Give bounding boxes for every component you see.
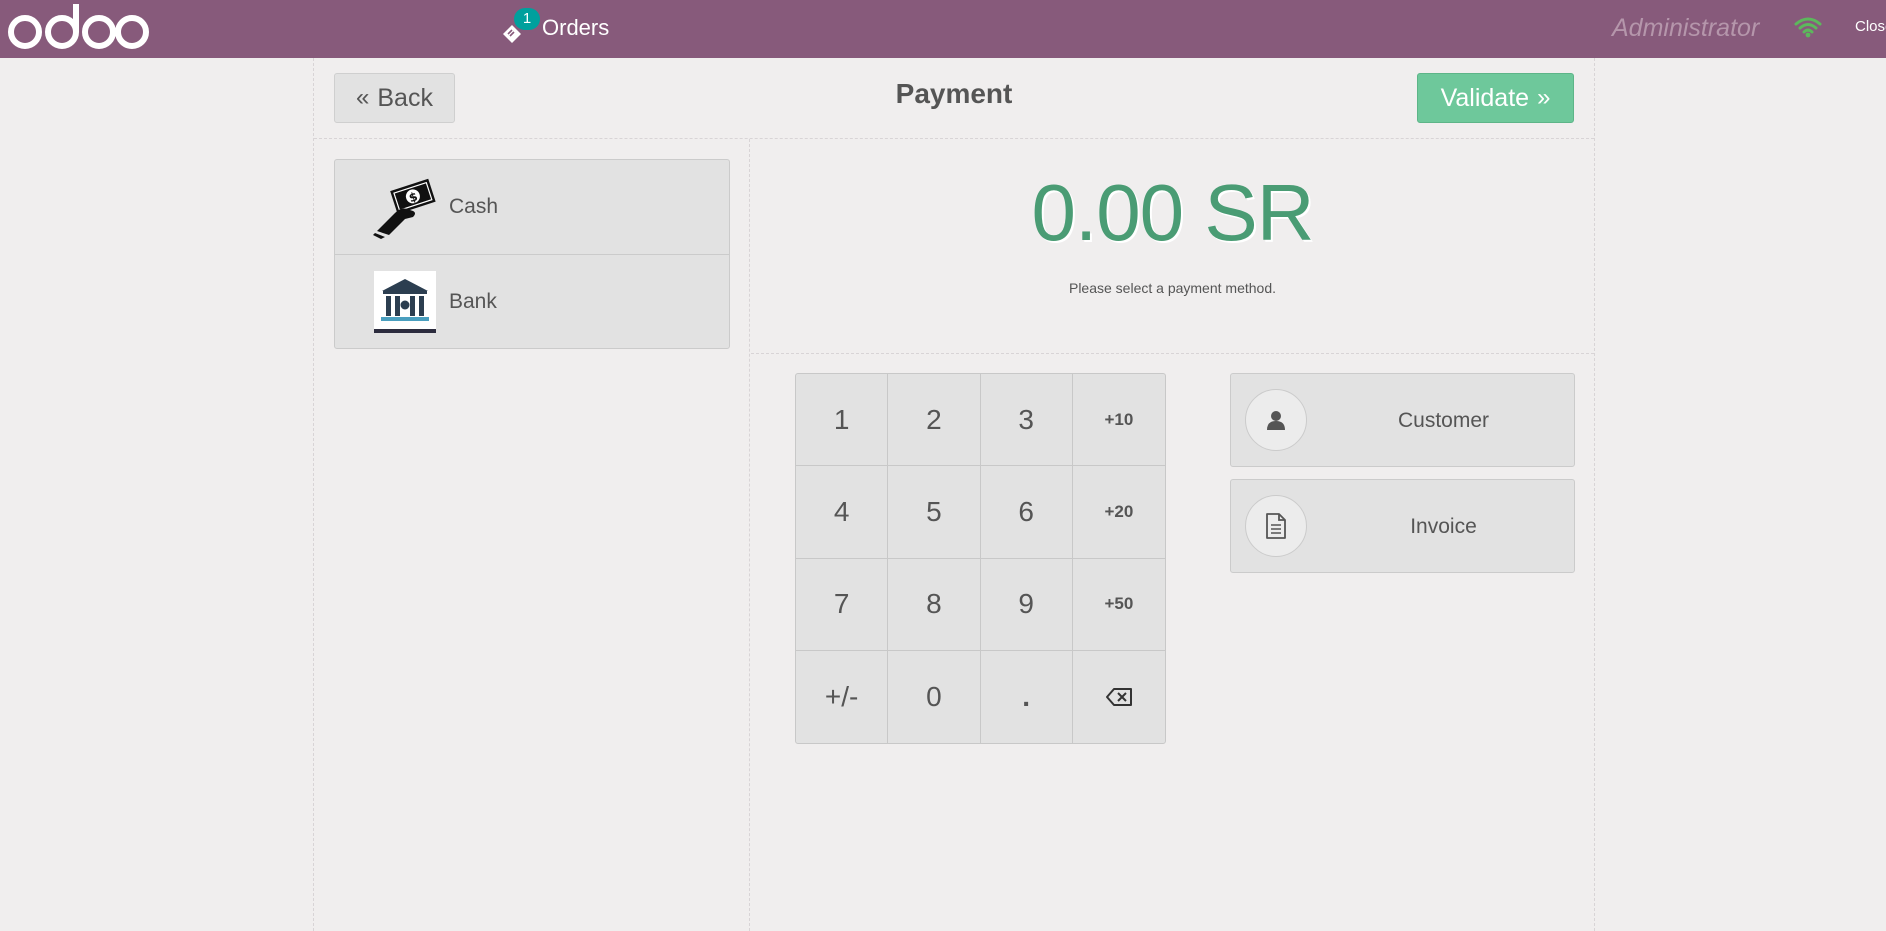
payment-summary: 0.00 SR Please select a payment method. <box>751 139 1594 354</box>
customer-label: Customer <box>1397 409 1490 432</box>
payment-main-panel: 0.00 SR Please select a payment method. … <box>751 139 1594 931</box>
numpad-key-plus-20[interactable]: +20 <box>1072 466 1165 559</box>
double-chevron-right-icon: » <box>1537 84 1551 111</box>
numpad-key-2[interactable]: 2 <box>888 374 981 467</box>
numpad-key-8[interactable]: 8 <box>888 558 981 651</box>
payment-method-cash[interactable]: $ Cash <box>335 160 729 254</box>
invoice-button[interactable]: Invoice <box>1230 479 1575 573</box>
payment-method-label: Bank <box>449 289 497 313</box>
invoice-label: Invoice <box>1410 515 1477 538</box>
numpad-key-6[interactable]: 6 <box>980 466 1073 559</box>
numpad-key-7[interactable]: 7 <box>796 558 889 651</box>
numpad-key-9[interactable]: 9 <box>980 558 1073 651</box>
numpad-key-plus-10[interactable]: +10 <box>1072 374 1165 467</box>
payment-method-label: Cash <box>449 195 499 218</box>
cash-hand-icon: $ <box>373 175 437 239</box>
validate-button[interactable]: Validate » <box>1417 73 1574 123</box>
orders-button[interactable]: 1 Orders <box>500 8 610 46</box>
numpad-key-decimal[interactable]: . <box>981 650 1073 743</box>
customer-button[interactable]: Customer <box>1230 373 1575 467</box>
close-button[interactable]: Close <box>1855 18 1886 35</box>
document-icon <box>1245 495 1307 557</box>
numpad-key-plus-minus[interactable]: +/- <box>796 650 889 743</box>
payment-method-bank[interactable]: Bank <box>335 254 729 348</box>
odoo-logo: odoo <box>8 4 149 49</box>
wifi-icon[interactable] <box>1794 16 1822 38</box>
status-message: Please select a payment method. <box>1068 280 1276 296</box>
payment-screen: « Back Payment Validate » $ Cash Bank 0.… <box>313 58 1595 931</box>
total-amount: 0.00 SR <box>1031 168 1314 257</box>
orders-label: Orders <box>542 15 610 40</box>
numpad-key-4[interactable]: 4 <box>796 466 889 559</box>
user-name[interactable]: Administrator <box>1612 14 1759 43</box>
numpad-key-plus-50[interactable]: +50 <box>1072 559 1165 651</box>
payment-header: « Back Payment Validate » <box>314 58 1594 139</box>
user-icon <box>1245 389 1307 451</box>
page-title: Payment <box>895 78 1013 109</box>
numpad-key-0[interactable]: 0 <box>888 650 981 743</box>
numpad: 1 2 3 +10 4 5 6 +20 7 8 9 +50 +/- 0 . <box>795 373 1166 744</box>
orders-count-badge: 1 <box>514 8 540 30</box>
validate-label: Validate <box>1440 83 1530 112</box>
bank-building-icon <box>373 270 437 334</box>
numpad-key-3[interactable]: 3 <box>980 374 1073 467</box>
numpad-key-5[interactable]: 5 <box>888 466 981 559</box>
ticket-icon: 1 <box>500 8 540 43</box>
payment-methods-panel: $ Cash Bank <box>314 139 750 931</box>
backspace-icon <box>1105 687 1132 706</box>
numpad-key-backspace[interactable] <box>1073 651 1165 743</box>
numpad-key-1[interactable]: 1 <box>796 374 889 467</box>
payment-methods-list: $ Cash Bank <box>334 159 730 349</box>
top-bar: odoo 1 Orders Administrator Close <box>0 0 1886 58</box>
